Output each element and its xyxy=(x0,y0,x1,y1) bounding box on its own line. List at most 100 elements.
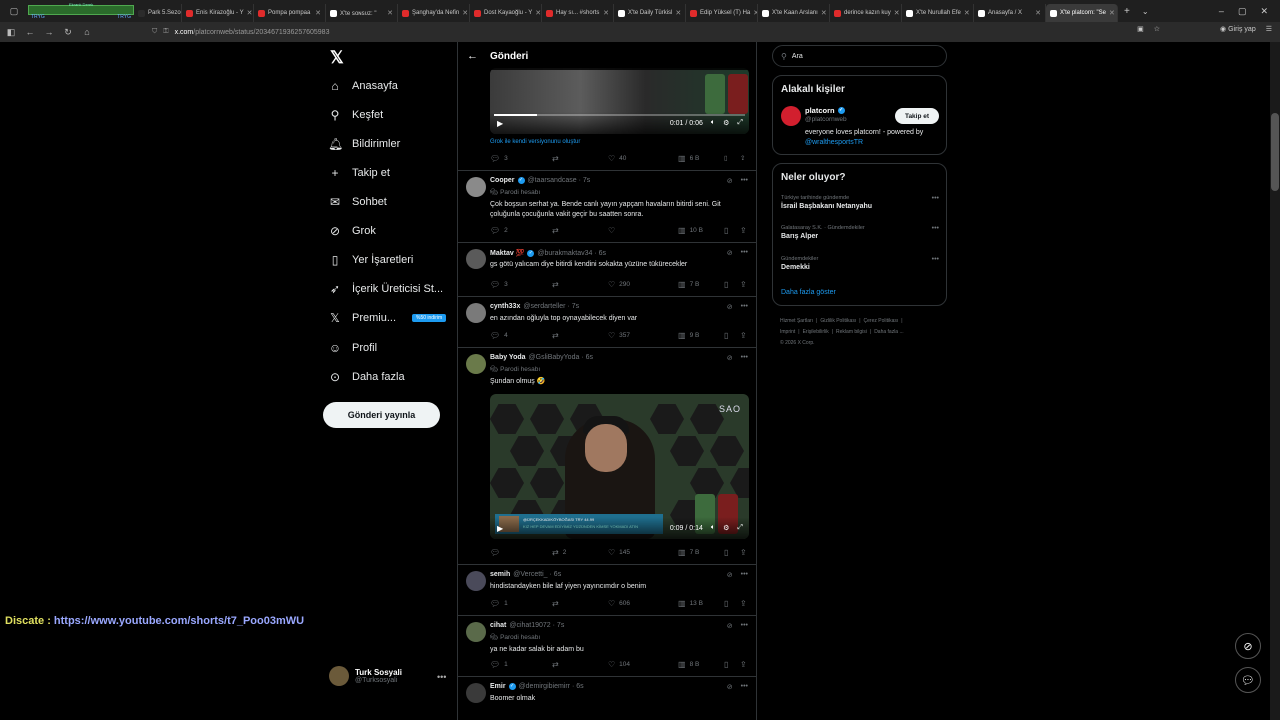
grok-icon[interactable]: ⊘ xyxy=(727,622,733,630)
tweet[interactable]: Baby Yoda @GsliBabyYoda · 6s ⊘ ••• 🎭︎ Parodi… xyxy=(458,347,756,564)
reply-button[interactable]: 💬︎ xyxy=(490,548,552,557)
nav-item[interactable]: ⊙ Daha fazla xyxy=(328,370,405,384)
nav-item[interactable]: 🔔︎ Bildirimler xyxy=(328,137,400,151)
like-button[interactable]: ♡ 145 xyxy=(608,548,678,557)
chat-fab-button[interactable]: 💬︎ xyxy=(1235,667,1261,693)
views-button[interactable]: ▥ 6 B xyxy=(678,154,724,163)
trend-item[interactable]: Gündemdekiler Demekki ••• xyxy=(781,256,939,271)
more-dots-icon[interactable]: ••• xyxy=(437,672,446,682)
scrollbar-thumb[interactable] xyxy=(1271,113,1279,191)
forward-icon[interactable]: → xyxy=(41,27,57,37)
like-button[interactable]: ♡ 606 xyxy=(608,599,678,608)
more-dots-icon[interactable]: ••• xyxy=(932,256,939,263)
x-logo-icon[interactable]: 𝕏 xyxy=(330,48,344,68)
settings-icon[interactable]: ⚙ xyxy=(723,524,729,532)
browser-tab[interactable]: Pompa pompaa ✕ xyxy=(254,4,326,22)
author-handle[interactable]: @serdarteller · 7s xyxy=(523,303,579,310)
more-dots-icon[interactable]: ••• xyxy=(932,195,939,202)
footer-link[interactable]: Reklam bilgisi xyxy=(836,329,867,335)
tweet[interactable]: cynth33x @serdarteller · 7s ⊘ ••• en azından… xyxy=(458,296,756,347)
browser-tab[interactable]: X'te ꜱᴏɴꜱᴜᴢ: " ✕ xyxy=(326,4,398,22)
browser-tab[interactable]: X'te platcorn: "Se ✕ xyxy=(1046,4,1118,22)
grok-fab-button[interactable]: ⊘ xyxy=(1235,633,1261,659)
tab-close-icon[interactable]: ✕ xyxy=(1109,9,1115,17)
more-dots-icon[interactable]: ••• xyxy=(741,303,748,311)
related-bio-link[interactable]: @wralthesportsTR xyxy=(805,139,863,146)
follow-button[interactable]: Takip et xyxy=(895,108,939,124)
volume-icon[interactable]: 🔈︎ xyxy=(711,119,715,127)
author-name[interactable]: cihat xyxy=(490,622,506,629)
browser-tab[interactable]: Dost Kayaoğlu - Y ✕ xyxy=(470,4,542,22)
show-more-link[interactable]: Daha fazla göster xyxy=(781,289,836,296)
author-handle[interactable]: @burakmaktav34 · 6s xyxy=(537,250,606,257)
author-name[interactable]: cynth33x xyxy=(490,303,520,310)
menu-icon[interactable]: ☰ xyxy=(1266,25,1272,33)
nav-item[interactable]: ✉ Sohbet xyxy=(328,195,387,209)
author-name[interactable]: Baby Yoda xyxy=(490,354,526,361)
repost-button[interactable]: ⇄ xyxy=(552,331,608,340)
grok-icon[interactable]: ⊘ xyxy=(727,571,733,579)
author-handle[interactable]: @taarsandcase · 7s xyxy=(528,177,591,184)
tab-close-icon[interactable]: ✕ xyxy=(387,9,393,17)
footer-link[interactable]: Çerez Politikası xyxy=(864,318,899,324)
bookmark-icon[interactable]: ▯ xyxy=(724,154,740,162)
views-button[interactable]: ▥ 7 B xyxy=(678,548,724,557)
like-button[interactable]: ♡ 40 xyxy=(608,154,678,163)
author-handle[interactable]: @cihat19072 · 7s xyxy=(509,622,564,629)
grok-link[interactable]: Grok ile kendi versiyonunu oluştur xyxy=(490,139,580,145)
minimize-icon[interactable]: – xyxy=(1219,6,1224,17)
back-arrow-icon[interactable]: ← xyxy=(467,50,478,62)
tweet[interactable]: Cooper ✓ @taarsandcase · 7s ⊘ ••• 🎭︎ Parodi h… xyxy=(458,170,756,242)
nav-item[interactable]: ⌂ Anasayfa xyxy=(328,79,398,93)
repost-button[interactable]: ⇄ xyxy=(552,280,608,289)
tab-close-icon[interactable]: ✕ xyxy=(603,9,609,17)
avatar[interactable] xyxy=(466,177,486,197)
footer-link[interactable]: Hizmet Şartları xyxy=(780,318,813,324)
share-button[interactable]: ⇪ xyxy=(740,660,747,669)
avatar[interactable] xyxy=(466,622,486,642)
avatar[interactable] xyxy=(466,571,486,591)
tab-close-icon[interactable]: ✕ xyxy=(535,9,541,17)
bookmark-button[interactable]: ▯ xyxy=(724,331,740,340)
nav-item[interactable]: ⚲ Keşfet xyxy=(328,108,384,122)
footer-link[interactable]: Gizlilik Politikası xyxy=(820,318,856,324)
author-name[interactable]: Maktav 💯 xyxy=(490,249,524,257)
tweet[interactable]: Maktav 💯 ✓ @burakmaktav34 · 6s ⊘ ••• gs götü … xyxy=(458,242,756,296)
author-handle[interactable]: @demirgibiemirr · 6s xyxy=(519,683,584,690)
footer-link[interactable]: Erişilebilirlik xyxy=(803,329,829,335)
repost-button[interactable]: ⇄ xyxy=(552,660,608,669)
reply-button[interactable]: 💬︎ 2 xyxy=(490,226,552,235)
share-button[interactable]: ⇪ xyxy=(740,599,747,608)
tab-actions-icon[interactable]: ▢ xyxy=(0,6,28,17)
nav-item[interactable]: 𝕏 Premiu... %50 indirim xyxy=(328,311,447,325)
related-name-row[interactable]: platcorn ✓ xyxy=(805,106,845,115)
author-name[interactable]: semih xyxy=(490,571,510,578)
bookmark-button[interactable]: ▯ xyxy=(724,660,740,669)
avatar[interactable] xyxy=(466,303,486,323)
more-dots-icon[interactable]: ••• xyxy=(932,225,939,232)
more-dots-icon[interactable]: ••• xyxy=(741,622,748,630)
like-button[interactable]: ♡ 357 xyxy=(608,331,678,340)
repost-button[interactable]: ⇄ 2 xyxy=(552,548,608,557)
back-icon[interactable]: ← xyxy=(22,27,38,37)
browser-tab[interactable]: Park 5.Sezon✕ xyxy=(134,4,182,22)
browser-tab[interactable]: Anasayfa / X ✕ xyxy=(974,4,1046,22)
like-button[interactable]: ♡ 290 xyxy=(608,280,678,289)
more-dots-icon[interactable]: ••• xyxy=(741,571,748,579)
repost-button[interactable]: ⇄ xyxy=(552,154,608,163)
more-dots-icon[interactable]: ••• xyxy=(741,249,748,257)
browser-tab[interactable]: Hay sı... #shorts ✕ xyxy=(542,4,614,22)
repost-button[interactable]: ⇄ xyxy=(552,226,608,235)
reply-button[interactable]: 💬︎ 3 xyxy=(490,154,552,163)
tab-close-icon[interactable]: ✕ xyxy=(894,9,900,17)
browser-tab[interactable]: X'te Nurullah Efe ✕ xyxy=(902,4,974,22)
settings-icon[interactable]: ⚙ xyxy=(723,119,729,127)
bookmark-button[interactable]: ▯ xyxy=(724,599,740,608)
tab-close-icon[interactable]: ✕ xyxy=(675,9,681,17)
reply-button[interactable]: 💬︎ 4 xyxy=(490,331,552,340)
grok-icon[interactable]: ⊘ xyxy=(727,303,733,311)
favorite-icon[interactable]: ☆ xyxy=(1154,25,1160,33)
author-handle[interactable]: @Vercetti_ · 6s xyxy=(513,571,561,578)
play-icon[interactable]: ▶ xyxy=(497,119,503,128)
nav-item[interactable]: ▯ Yer İşaretleri xyxy=(328,253,414,267)
